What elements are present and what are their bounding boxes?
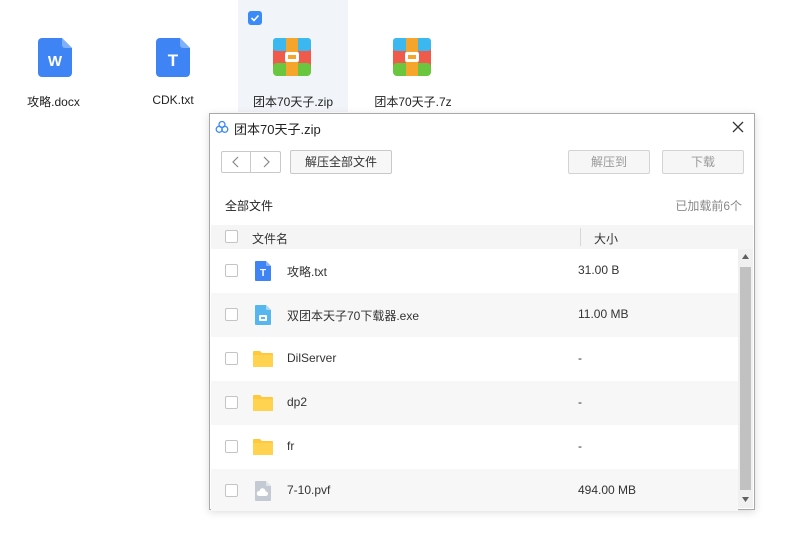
txt-file-icon: T bbox=[255, 261, 271, 281]
desktop-icon-label: 团本70天子.7z bbox=[374, 95, 452, 109]
file-name: DilServer bbox=[287, 351, 337, 365]
desktop-icon-label: CDK.txt bbox=[152, 93, 194, 107]
archive-preview-dialog: 团本70天子.zip 解压全部文件 解压到 下载 全部文件 已加载前6个 文件名… bbox=[209, 113, 755, 511]
exe-file-icon bbox=[255, 305, 271, 325]
file-size: 494.00 MB bbox=[578, 483, 637, 497]
checkmark-icon bbox=[250, 14, 260, 22]
desktop-icon-7z[interactable]: 团本70天子.7z bbox=[358, 0, 468, 112]
folder-icon bbox=[253, 351, 273, 367]
selected-checkbox[interactable] bbox=[248, 11, 262, 25]
dialog-title: 团本70天子.zip bbox=[234, 122, 321, 137]
folder-icon bbox=[253, 439, 273, 455]
row-checkbox[interactable] bbox=[225, 484, 238, 497]
unknown-file-icon bbox=[255, 481, 271, 501]
table-row[interactable]: fr - bbox=[211, 425, 738, 469]
row-checkbox[interactable] bbox=[225, 352, 238, 365]
extract-to-button[interactable]: 解压到 bbox=[568, 150, 650, 174]
row-checkbox[interactable] bbox=[225, 264, 238, 277]
section-header: 全部文件 已加载前6个 bbox=[210, 190, 754, 220]
file-size: - bbox=[578, 395, 582, 409]
desktop-icon-label: 攻略.docx bbox=[27, 95, 80, 109]
svg-text:T: T bbox=[260, 268, 266, 279]
table-row[interactable]: DilServer - bbox=[211, 337, 738, 381]
desktop-icon-txt[interactable]: T CDK.txt bbox=[118, 0, 228, 112]
file-size: 31.00 B bbox=[578, 263, 620, 277]
table-row[interactable]: dp2 - bbox=[211, 381, 738, 425]
table-row[interactable]: 双团本天子70下载器.exe 11.00 MB bbox=[211, 293, 738, 337]
desktop-icon-label: 团本70天子.zip bbox=[252, 95, 334, 109]
row-checkbox[interactable] bbox=[225, 396, 238, 409]
table-row[interactable]: 7-10.pvf 494.00 MB bbox=[211, 469, 738, 511]
back-button[interactable] bbox=[222, 152, 251, 172]
section-title: 全部文件 bbox=[225, 199, 274, 213]
file-size: - bbox=[578, 439, 582, 453]
desktop-icon-zip[interactable]: 团本70天子.zip bbox=[238, 0, 348, 112]
extract-all-button[interactable]: 解压全部文件 bbox=[290, 150, 392, 174]
chevron-right-icon bbox=[263, 156, 270, 168]
file-name: 攻略.txt bbox=[287, 265, 328, 279]
file-size: - bbox=[578, 351, 582, 365]
column-size[interactable]: 大小 bbox=[594, 230, 618, 247]
archive-icon bbox=[273, 38, 311, 76]
close-button[interactable] bbox=[730, 119, 746, 135]
row-checkbox[interactable] bbox=[225, 440, 238, 453]
app-logo-icon bbox=[215, 120, 229, 133]
archive-icon bbox=[393, 38, 431, 76]
word-document-icon: W bbox=[38, 38, 72, 77]
row-checkbox[interactable] bbox=[225, 308, 238, 321]
arrow-down-icon bbox=[742, 497, 749, 502]
chevron-left-icon bbox=[232, 156, 239, 168]
file-name: 双团本天子70下载器.exe bbox=[287, 309, 420, 323]
vertical-scrollbar[interactable] bbox=[738, 249, 753, 508]
file-name: 7-10.pvf bbox=[287, 483, 331, 497]
arrow-up-icon bbox=[742, 254, 749, 259]
file-name: fr bbox=[287, 439, 295, 453]
dialog-toolbar: 解压全部文件 解压到 下载 bbox=[210, 140, 754, 182]
scroll-thumb[interactable] bbox=[740, 267, 751, 490]
svg-text:T: T bbox=[168, 51, 179, 70]
column-header: 文件名 大小 bbox=[211, 225, 753, 249]
forward-button[interactable] bbox=[252, 152, 281, 172]
navigation-buttons bbox=[221, 151, 281, 173]
column-name[interactable]: 文件名 bbox=[252, 230, 288, 247]
table-row[interactable]: T 攻略.txt 31.00 B bbox=[211, 249, 738, 293]
desktop-icon-docx[interactable]: W 攻略.docx bbox=[0, 0, 110, 112]
scroll-up-button[interactable] bbox=[738, 249, 753, 265]
download-button[interactable]: 下载 bbox=[662, 150, 744, 174]
svg-text:W: W bbox=[48, 53, 63, 70]
column-divider[interactable] bbox=[580, 228, 581, 246]
dialog-titlebar[interactable]: 团本70天子.zip bbox=[210, 114, 754, 140]
loaded-count: 已加载前6个 bbox=[675, 199, 742, 213]
text-document-icon: T bbox=[156, 38, 190, 77]
close-icon bbox=[732, 121, 744, 133]
file-list: T 攻略.txt 31.00 B 双团本天子70下载器.exe 11.00 MB… bbox=[211, 249, 738, 511]
select-all-checkbox[interactable] bbox=[225, 230, 238, 243]
scroll-down-button[interactable] bbox=[738, 492, 753, 508]
file-size: 11.00 MB bbox=[578, 307, 629, 321]
file-name: dp2 bbox=[287, 395, 308, 409]
folder-icon bbox=[253, 395, 273, 411]
